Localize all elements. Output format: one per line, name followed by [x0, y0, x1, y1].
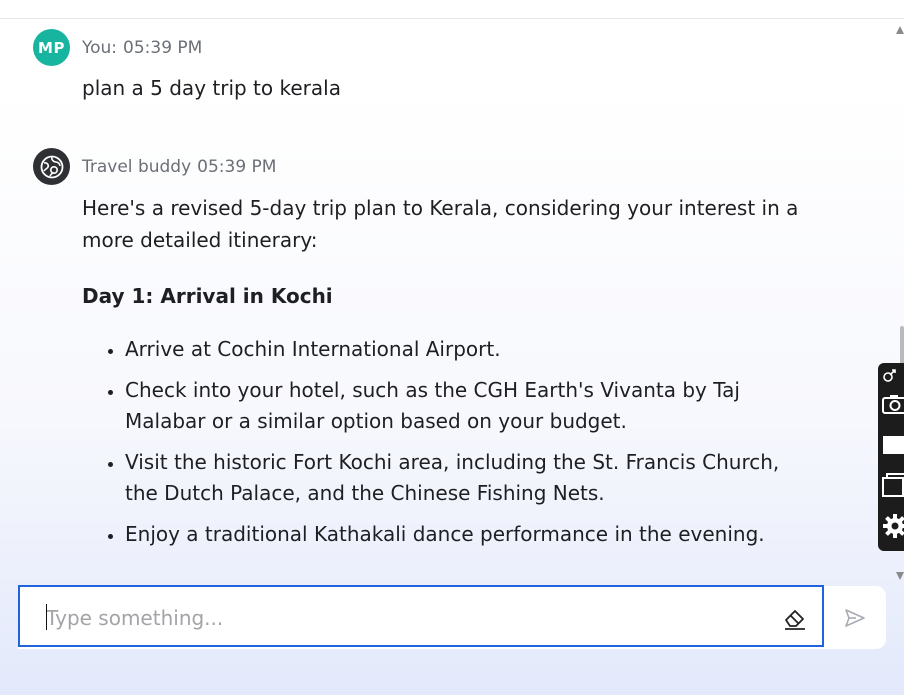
- message-input[interactable]: [44, 601, 748, 635]
- message-header: You: 05:39 PM: [82, 38, 202, 58]
- assistant-message: Travel buddy 05:39 PM Here's a revised 5-…: [33, 148, 823, 568]
- assistant-avatar: [33, 148, 70, 185]
- message-intro: Here's a revised 5-day trip plan to Kera…: [82, 196, 799, 252]
- floating-toolbar: [878, 363, 904, 551]
- message-time: 05:39 PM: [123, 38, 203, 58]
- rectangle-icon[interactable]: [882, 435, 904, 455]
- author-name: You:: [82, 38, 118, 58]
- gear-icon[interactable]: [882, 513, 904, 539]
- message-body: Here's a revised 5-day trip plan to Kera…: [82, 192, 802, 560]
- window-icon[interactable]: [882, 473, 904, 497]
- itinerary-list: Arrive at Cochin International Airport. …: [82, 334, 802, 550]
- eraser-icon[interactable]: [782, 605, 808, 631]
- camera-icon[interactable]: [882, 393, 904, 415]
- author-name: Travel buddy: [82, 157, 192, 177]
- list-item: Arrive at Cochin International Airport.: [125, 334, 802, 365]
- day-heading: Day 1: Arrival in Kochi: [82, 284, 333, 308]
- message-header: Travel buddy 05:39 PM: [82, 157, 276, 177]
- scroll-up-arrow[interactable]: [896, 26, 904, 34]
- list-item: Visit the historic Fort Kochi area, incl…: [125, 447, 802, 509]
- list-item: Enjoy a traditional Kathakali dance perf…: [125, 519, 802, 550]
- user-avatar: MP: [33, 29, 70, 66]
- message-composer: [18, 585, 824, 647]
- message-text: plan a 5 day trip to kerala: [82, 76, 341, 100]
- send-icon[interactable]: [843, 606, 867, 630]
- link-icon[interactable]: [882, 369, 898, 383]
- globe-icon: [40, 155, 63, 178]
- text-caret: [46, 604, 47, 630]
- list-item: Check into your hotel, such as the CGH E…: [125, 375, 802, 437]
- message-time: 05:39 PM: [197, 157, 277, 177]
- top-divider: [0, 18, 904, 19]
- user-message: MP You: 05:39 PM plan a 5 day trip to ker…: [33, 29, 823, 109]
- scroll-down-arrow[interactable]: [896, 572, 904, 580]
